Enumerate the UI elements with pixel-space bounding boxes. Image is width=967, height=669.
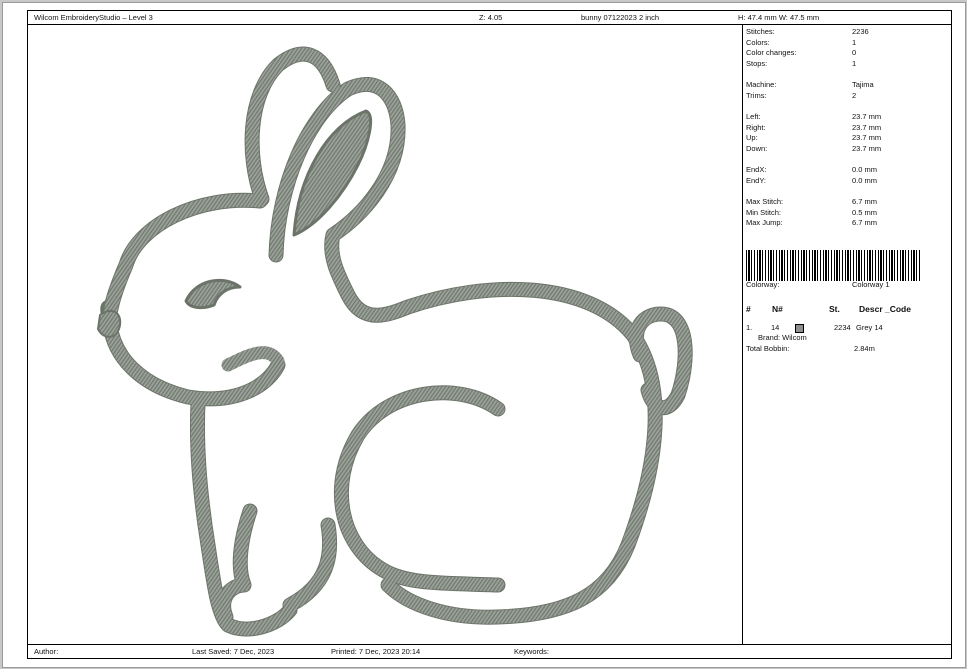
design-preview [28,25,743,644]
last-saved: Last Saved: 7 Dec, 2023 [192,647,275,656]
color-table-header: # N# St. Descr _Code [746,304,911,314]
stat-right: Right: 23.7 mm [746,122,882,132]
total-bobbin: Total Bobbin: 2.84m [746,344,875,353]
app-title: Wilcom EmbroideryStudio – Level 3 [34,13,153,22]
stat-up: Up: 23.7 mm [746,133,882,142]
stat-left: Left: 23.7 mm [746,112,882,121]
stat-endy: EndY: 0.0 mm [746,175,878,185]
zoom-readout: Z: 4.05 [479,13,503,22]
printed-date: Printed: 7 Dec, 2023 20:14 [331,647,421,656]
worksheet-header: Wilcom EmbroideryStudio – Level 3 Z: 4.0… [28,11,951,25]
design-dimensions: H: 47.4 mm W: 47.5 mm [738,13,820,22]
stat-machine: Machine: Tajima [746,80,874,89]
stat-endx: EndX: 0.0 mm [746,165,878,174]
stat-max-stitch: Max Stitch: 6.7 mm [746,197,878,206]
stat-down: Down: 23.7 mm [746,143,882,153]
keywords-label: Keywords: [514,647,550,656]
colorway-row: Colorway: Colorway 1 [746,280,890,289]
color-table-row: 1. 14 2234 Grey 14 [746,323,883,333]
author-label: Author: [34,647,59,656]
worksheet-footer: Author: Last Saved: 7 Dec, 2023 Printed:… [28,644,951,658]
thread-brand: Brand: Wilcom [758,333,807,342]
stat-color-changes: Color changes: 0 [746,48,857,57]
design-barcode [746,250,922,281]
stat-stitches: Stitches: 2236 [746,27,869,36]
stat-max-jump: Max Jump: 6.7 mm [746,218,878,227]
bunny-embroidery-design [97,46,693,637]
stat-stops: Stops: 1 [746,58,857,68]
bunny-nose [97,309,122,338]
design-info-panel: Stitches: 2236 Colors: 1 Color changes: 0 S… [744,25,950,644]
thread-color-swatch [795,324,804,333]
stat-trims: Trims: 2 [746,90,857,100]
stat-colors: Colors: 1 [746,37,857,47]
stat-min-stitch: Min Stitch: 0.5 mm [746,207,878,217]
worksheet-frame: Wilcom EmbroideryStudio – Level 3 Z: 4.0… [27,10,952,659]
print-preview-sheet: Wilcom EmbroideryStudio – Level 3 Z: 4.0… [2,2,966,668]
design-name: bunny 07122023 2 inch [581,13,659,22]
bunny-eye [184,278,242,310]
